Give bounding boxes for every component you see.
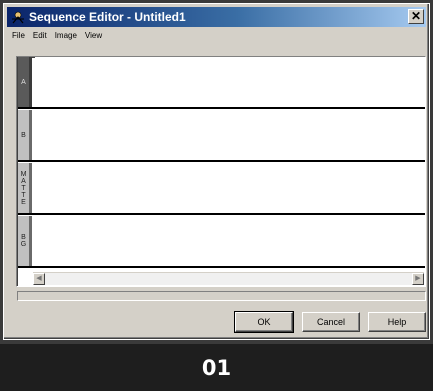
close-button[interactable]: ✕ xyxy=(408,9,424,24)
track-a-area[interactable] xyxy=(35,57,425,107)
cancel-button[interactable]: Cancel xyxy=(302,312,360,332)
caption-number: 01 xyxy=(201,355,232,380)
help-button[interactable]: Help xyxy=(368,312,426,332)
scroll-right-icon[interactable]: ▶ xyxy=(412,273,424,285)
track-bg[interactable]: B G xyxy=(18,216,425,268)
figure-caption: 01 xyxy=(0,344,433,391)
track-b[interactable]: B xyxy=(18,110,425,162)
menu-file[interactable]: File xyxy=(8,29,29,45)
app-icon xyxy=(12,11,24,24)
track-matte[interactable]: M A T T E xyxy=(18,163,425,215)
track-matte-area[interactable] xyxy=(35,163,425,213)
track-a[interactable]: A xyxy=(18,57,425,109)
menu-image[interactable]: Image xyxy=(51,29,81,45)
track-bg-area[interactable] xyxy=(35,216,425,266)
scroll-left-icon[interactable]: ◀ xyxy=(33,273,45,285)
track-label-matte[interactable]: M A T T E xyxy=(18,163,32,213)
sequence-track-panel: A B M A T T E B G ◀ ▶ xyxy=(16,56,426,287)
menu-view[interactable]: View xyxy=(81,29,106,45)
track-label-bg[interactable]: B G xyxy=(18,216,32,266)
close-icon: ✕ xyxy=(410,9,422,23)
track-label-b[interactable]: B xyxy=(18,110,32,160)
status-bar xyxy=(17,291,426,301)
track-b-area[interactable] xyxy=(35,110,425,160)
window-title: Sequence Editor - Untitled1 xyxy=(29,10,186,24)
ok-button[interactable]: OK xyxy=(234,311,294,333)
horizontal-scrollbar[interactable]: ◀ ▶ xyxy=(33,272,424,285)
menu-edit[interactable]: Edit xyxy=(29,29,51,45)
track-label-a[interactable]: A xyxy=(18,57,32,107)
title-bar[interactable]: Sequence Editor - Untitled1 ✕ xyxy=(7,7,426,27)
menu-bar: File Edit Image View xyxy=(8,29,106,45)
sequence-editor-window: Sequence Editor - Untitled1 ✕ File Edit … xyxy=(3,3,430,340)
